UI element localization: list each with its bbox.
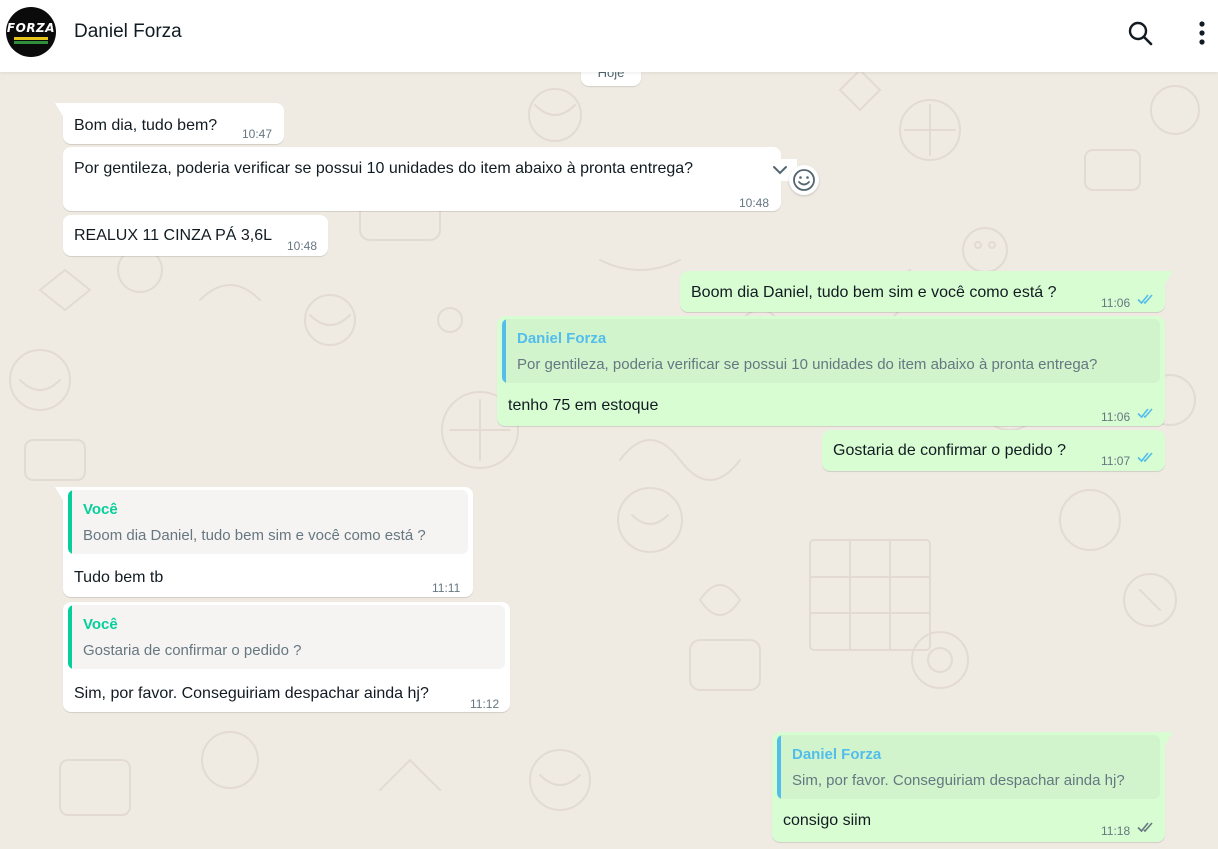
message-text: consigo siim [783,812,872,829]
quote-author: Daniel Forza [792,746,882,763]
contact-avatar[interactable]: FORZA [6,7,56,57]
message-incoming[interactable]: Por gentileza, poderia verificar se poss… [63,147,797,211]
message-outgoing[interactable]: Daniel Forza Sim, por favor. Conseguiria… [772,732,1173,842]
quote-author: Daniel Forza [517,330,607,347]
quote-bar [68,605,72,669]
message-outgoing[interactable]: Daniel Forza Por gentileza, poderia veri… [497,316,1165,426]
message-incoming[interactable]: Você Gostaria de confirmar o pedido ? Si… [63,602,510,712]
message-time: 10:48 [287,239,318,253]
message-time: 11:18 [1101,824,1131,838]
message-time: 11:11 [432,581,461,595]
message-incoming[interactable]: Bom dia, tudo bem? 10:47 [55,103,284,144]
chevron-down-icon[interactable] [771,163,789,177]
message-time: 10:47 [242,127,273,141]
message-text: Bom dia, tudo bem? [74,117,218,134]
avatar-logo-stripe [14,37,48,40]
chat-header: FORZA Daniel Forza [0,0,1218,72]
quoted-message[interactable]: Daniel Forza Sim, por favor. Conseguiria… [777,735,1160,799]
message-text: REALUX 11 CINZA PÁ 3,6L [74,227,273,244]
contact-name[interactable]: Daniel Forza [74,21,182,43]
message-time: 11:06 [1101,296,1131,310]
message-time: 11:06 [1101,410,1131,424]
message-outgoing[interactable]: Boom dia Daniel, tudo bem sim e você com… [680,271,1173,312]
message-time: 11:12 [470,697,500,711]
quote-bar [502,319,506,383]
message-text: Gostaria de confirmar o pedido ? [833,442,1067,459]
double-check-read-icon [1137,452,1153,463]
search-icon[interactable] [1125,18,1155,48]
quote-author: Você [83,501,118,518]
avatar-logo-text: FORZA [6,21,56,35]
quote-text: Sim, por favor. Conseguiriam despachar a… [792,772,1125,789]
message-text: Boom dia Daniel, tudo bem sim e você com… [691,284,1057,301]
message-time: 11:07 [1101,454,1131,468]
quote-text: Por gentileza, poderia verificar se poss… [517,356,1098,373]
emoji-reaction-icon[interactable] [789,165,819,195]
double-check-delivered-icon [1137,822,1153,833]
double-check-read-icon [1137,294,1153,305]
message-text: Tudo bem tb [74,569,164,586]
double-check-read-icon [1137,408,1153,419]
avatar-logo-stripe [14,41,48,44]
kebab-menu-icon[interactable] [1187,18,1217,48]
message-incoming[interactable]: REALUX 11 CINZA PÁ 3,6L 10:48 [63,215,328,256]
message-text: Sim, por favor. Conseguiriam despachar a… [74,685,429,702]
quote-text: Boom dia Daniel, tudo bem sim e você com… [83,527,426,544]
message-text: Por gentileza, poderia verificar se poss… [74,160,694,177]
quote-bar [777,735,781,799]
quote-text: Gostaria de confirmar o pedido ? [83,642,302,659]
quoted-message[interactable]: Você Boom dia Daniel, tudo bem sim e voc… [68,490,468,554]
message-outgoing[interactable]: Gostaria de confirmar o pedido ? 11:07 [822,430,1165,471]
message-incoming[interactable]: Você Boom dia Daniel, tudo bem sim e voc… [55,487,473,597]
message-text: tenho 75 em estoque [508,397,659,414]
message-time: 10:48 [739,196,770,210]
quoted-message[interactable]: Você Gostaria de confirmar o pedido ? [68,605,505,669]
quote-bar [68,490,72,554]
quoted-message[interactable]: Daniel Forza Por gentileza, poderia veri… [502,319,1160,383]
quote-author: Você [83,616,118,633]
